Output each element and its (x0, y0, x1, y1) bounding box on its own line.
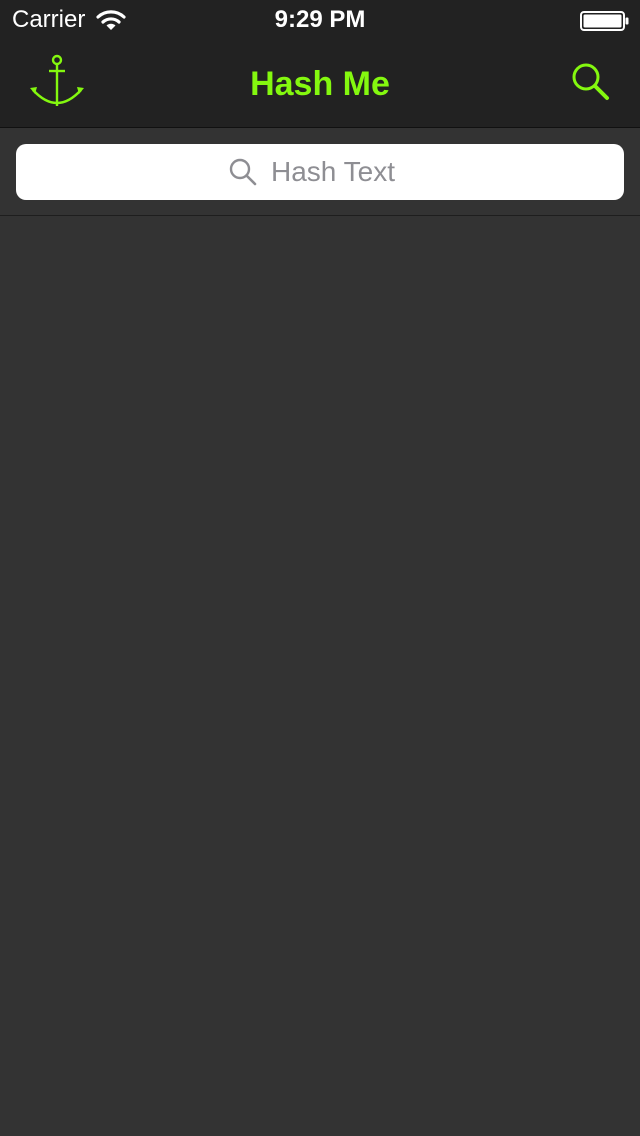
battery-icon (580, 11, 630, 31)
navigation-bar: Hash Me (0, 40, 640, 128)
search-bar (0, 128, 640, 216)
search-field[interactable] (16, 144, 624, 200)
anchor-button[interactable] (22, 52, 92, 116)
top-bar: Carrier 9:29 PM Hash Me (0, 0, 640, 128)
magnifier-icon (229, 157, 259, 187)
status-time: 9:29 PM (274, 6, 366, 33)
anchor-icon (29, 54, 85, 115)
hash-text-input[interactable] (271, 156, 411, 188)
status-bar: Carrier 9:29 PM (0, 0, 640, 40)
search-button[interactable] (556, 54, 626, 114)
results-area (0, 216, 640, 1136)
page-title: Hash Me (250, 65, 390, 103)
app-screen: Carrier 9:29 PM Hash Me Hash Text (0, 0, 640, 1136)
search-icon (571, 62, 611, 107)
